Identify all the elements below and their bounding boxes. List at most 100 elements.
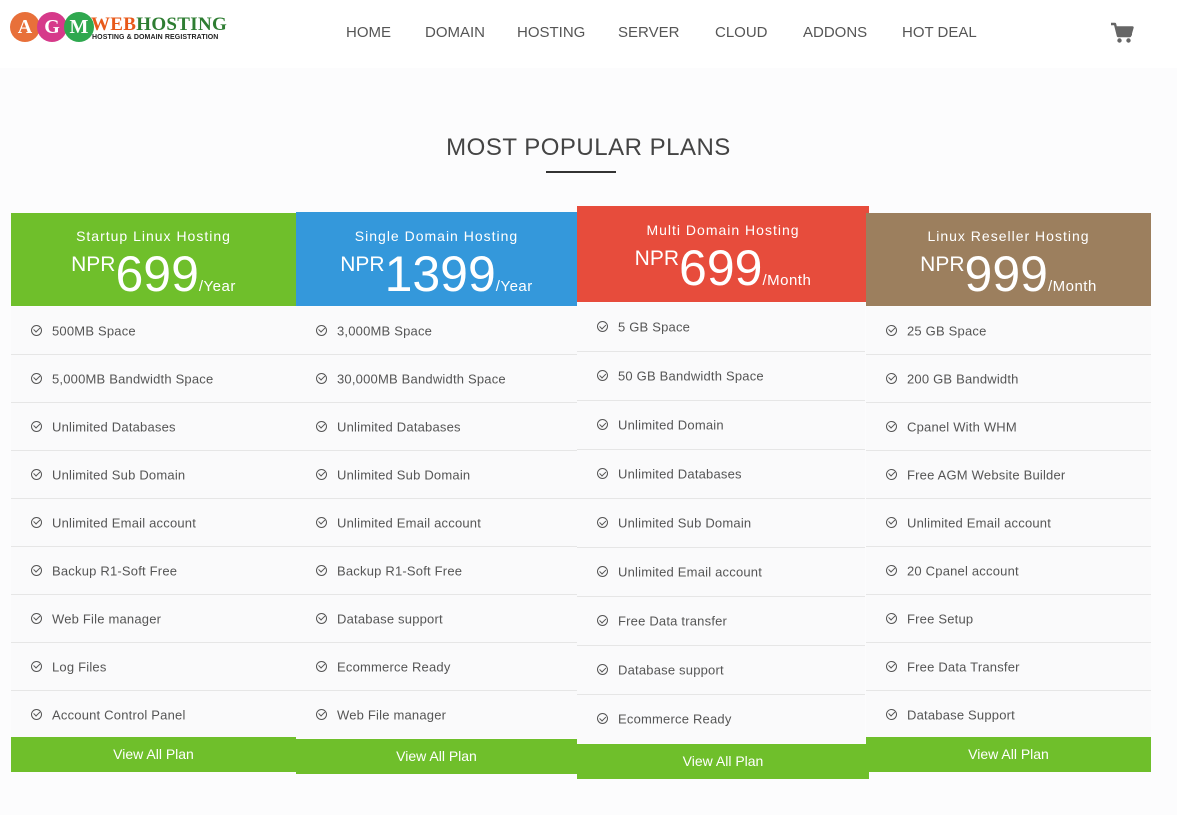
plan-feature-list: 3,000MB Space 30,000MB Bandwidth Space U… [296,307,577,738]
check-circle-icon [31,660,42,672]
feature-item: Unlimited Sub Domain [11,451,296,499]
check-circle-icon [597,370,608,381]
feature-item: Unlimited Email account [296,499,577,547]
plan-feature-list: 5 GB Space 50 GB Bandwidth Space Unlimit… [577,303,865,743]
plan-name: Single Domain Hosting [354,228,519,244]
plan-header: Multi Domain Hosting NPR699/Month [577,206,869,302]
plan-period: /Month [762,272,812,289]
nav-hot-deal[interactable]: HOT DEAL [902,24,977,41]
check-circle-icon [316,468,327,480]
view-all-plan-button[interactable]: View All Plan [866,737,1151,772]
feature-item: Unlimited Sub Domain [296,451,577,499]
plan-currency: NPR [634,247,680,270]
view-all-plan-button[interactable]: View All Plan [11,737,296,772]
check-circle-icon [31,708,42,720]
check-circle-icon [597,664,608,675]
feature-item: Free Setup [866,595,1151,643]
check-circle-icon [886,372,897,384]
plan-currency: NPR [340,253,385,276]
check-circle-icon [31,324,42,336]
feature-item: Backup R1-Soft Free [11,547,296,595]
plan-feature-list: 25 GB Space 200 GB Bandwidth Cpanel With… [866,307,1151,738]
check-circle-icon [31,612,42,624]
check-circle-icon [597,566,608,577]
check-circle-icon [31,564,42,576]
check-circle-icon [597,713,608,724]
plan-amount: 699 [679,240,763,296]
check-circle-icon [886,468,897,480]
plan-amount: 999 [964,246,1048,302]
feature-item: 500MB Space [11,307,296,355]
logo-letter-g: G [37,12,67,42]
check-circle-icon [31,420,42,432]
feature-item: 20 Cpanel account [866,547,1151,595]
feature-item: Database support [296,595,577,643]
plan-price: NPR699/Month [577,243,869,293]
logo-letter-m: M [64,12,94,42]
feature-item: Database Support [866,691,1151,738]
logo-brand: WEBHOSTING [91,14,228,35]
check-circle-icon [597,468,608,479]
check-circle-icon [886,324,897,336]
feature-item: 3,000MB Space [296,307,577,355]
view-all-plan-button[interactable]: View All Plan [577,744,869,779]
nav-home[interactable]: HOME [346,24,391,41]
feature-item: Unlimited Databases [577,450,865,499]
check-circle-icon [316,708,327,720]
feature-item: Account Control Panel [11,691,296,738]
section-title: MOST POPULAR PLANS [446,134,731,161]
plan-amount: 1399 [384,246,496,302]
check-circle-icon [316,420,327,432]
feature-item: 200 GB Bandwidth [866,355,1151,403]
shopping-cart-icon[interactable] [1110,22,1134,44]
check-circle-icon [316,372,327,384]
feature-item: Database support [577,646,865,695]
plan-price: NPR699/Year [11,249,296,299]
check-circle-icon [316,612,327,624]
feature-item: Ecommerce Ready [577,695,865,743]
feature-item: Unlimited Email account [577,548,865,597]
nav-hosting[interactable]: HOSTING [517,24,585,41]
site-header: A G M WEBHOSTING HOSTING & DOMAIN REGIST… [0,0,1177,68]
site-logo[interactable]: A G M WEBHOSTING HOSTING & DOMAIN REGIST… [10,12,227,46]
plan-header: Single Domain Hosting NPR1399/Year [296,212,577,306]
check-circle-icon [316,564,327,576]
plan-amount: 699 [115,246,199,302]
feature-item: Unlimited Email account [866,499,1151,547]
feature-item: Unlimited Email account [11,499,296,547]
check-circle-icon [597,517,608,528]
check-circle-icon [886,612,897,624]
title-underline [546,171,616,173]
plan-period: /Month [1047,278,1097,295]
feature-item: Free Data transfer [577,597,865,646]
plan-price: NPR999/Month [866,249,1151,299]
feature-item: 5 GB Space [577,303,865,352]
check-circle-icon [316,660,327,672]
check-circle-icon [316,324,327,336]
nav-addons[interactable]: ADDONS [803,24,867,41]
plan-price: NPR1399/Year [296,249,577,299]
plan-name: Startup Linux Hosting [76,228,231,244]
nav-server[interactable]: SERVER [618,24,679,41]
feature-item: Ecommerce Ready [296,643,577,691]
plan-currency: NPR [920,253,965,276]
check-circle-icon [886,708,897,720]
check-circle-icon [31,516,42,528]
check-circle-icon [886,420,897,432]
check-circle-icon [886,660,897,672]
plan-header: Startup Linux Hosting NPR699/Year [11,213,296,306]
nav-cloud[interactable]: CLOUD [715,24,768,41]
nav-domain[interactable]: DOMAIN [425,24,485,41]
logo-tagline: HOSTING & DOMAIN REGISTRATION [92,34,219,41]
plan-name: Linux Reseller Hosting [927,228,1090,244]
view-all-plan-button[interactable]: View All Plan [296,739,577,774]
feature-item: Unlimited Databases [296,403,577,451]
check-circle-icon [597,615,608,626]
plan-header: Linux Reseller Hosting NPR999/Month [866,213,1151,306]
feature-item: 5,000MB Bandwidth Space [11,355,296,403]
feature-item: Free AGM Website Builder [866,451,1151,499]
feature-item: Unlimited Databases [11,403,296,451]
check-circle-icon [886,564,897,576]
feature-item: Unlimited Sub Domain [577,499,865,548]
check-circle-icon [597,321,608,332]
